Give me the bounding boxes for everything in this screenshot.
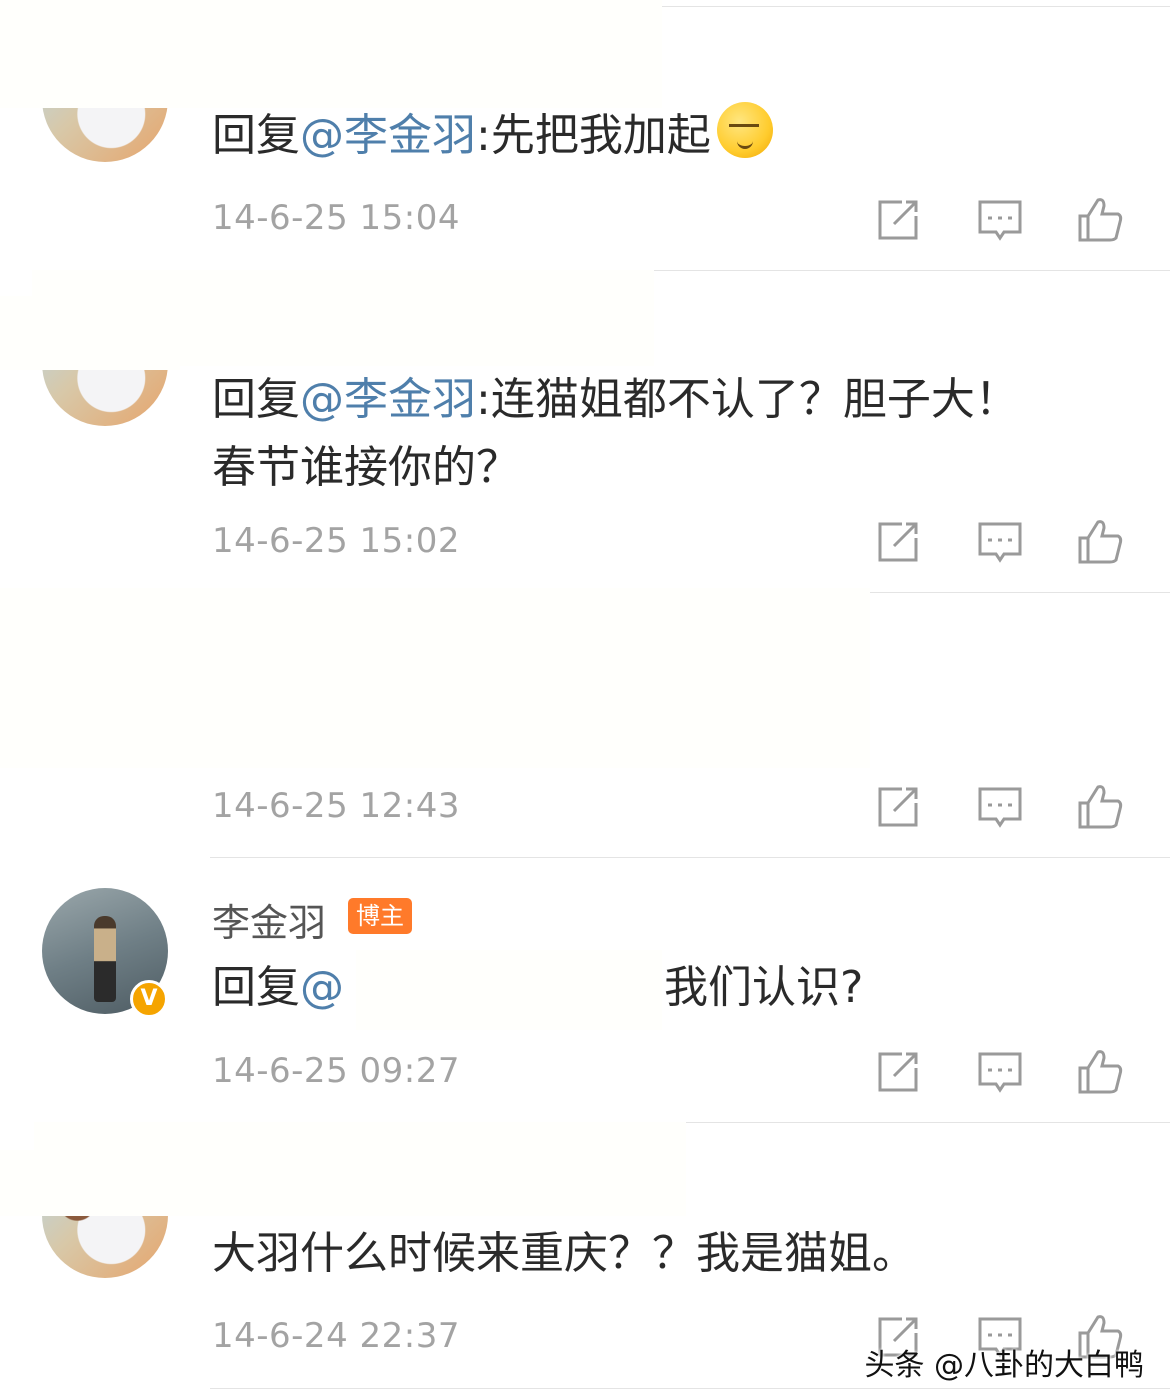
like-button[interactable] (1074, 516, 1126, 568)
divider (210, 857, 1170, 858)
timestamp: 14-6-24 22:37 (212, 1316, 460, 1356)
like-button[interactable] (1074, 781, 1126, 833)
divider (654, 270, 1170, 271)
divider (870, 592, 1170, 593)
mention-link[interactable]: @ (300, 962, 344, 1013)
username[interactable]: 李金羽 (212, 892, 326, 947)
redaction-block (0, 1150, 180, 1216)
timestamp: 14-6-25 09:27 (212, 1051, 460, 1091)
like-button[interactable] (1074, 194, 1126, 246)
like-button[interactable] (1074, 1046, 1126, 1098)
repost-icon (878, 787, 918, 827)
comment-icon (978, 1052, 1022, 1093)
repost-button[interactable] (872, 194, 924, 246)
reply-prefix: 回复 (212, 374, 300, 425)
avatar-figure (94, 916, 116, 1002)
mention-link[interactable]: @李金羽 (300, 110, 476, 161)
divider (662, 6, 1170, 7)
comment-button[interactable] (974, 781, 1026, 833)
comment-body: 我们认识? (664, 962, 864, 1013)
comment-icon (978, 200, 1022, 241)
verified-badge: V (130, 980, 168, 1018)
role-badge: 博主 (348, 898, 412, 934)
like-icon (1078, 785, 1123, 829)
comment-button[interactable] (974, 1046, 1026, 1098)
like-icon (1078, 520, 1123, 564)
reply-prefix: 回复 (212, 962, 300, 1013)
repost-button[interactable] (872, 1046, 924, 1098)
timestamp: 14-6-25 12:43 (212, 786, 460, 826)
comment-text: 回复@李金羽:先把我加起 (212, 102, 773, 168)
repost-icon (878, 522, 918, 562)
comment-button[interactable] (974, 194, 1026, 246)
comment-body: :连猫姐都不认了？胆子大！ (476, 374, 1019, 425)
timestamp: 14-6-25 15:02 (212, 521, 460, 561)
like-icon (1078, 198, 1123, 242)
comment-text: 大羽什么时候来重庆？？我是猫姐。 (212, 1228, 916, 1279)
redaction-block (0, 588, 870, 768)
comment-body: :先把我加起 (476, 110, 711, 161)
comment-icon (978, 787, 1022, 828)
watermark: 头条 @八卦的大白鸭 (864, 1348, 1144, 1383)
divider (686, 1122, 1170, 1123)
comment-icon (978, 522, 1022, 563)
redaction-block (0, 296, 180, 370)
comment-text: 回复@李金羽:连猫姐都不认了？胆子大！ (212, 368, 1019, 432)
repost-button[interactable] (872, 516, 924, 568)
repost-button[interactable] (872, 781, 924, 833)
comment-text: 回复@ (212, 956, 344, 1020)
reply-prefix: 回复 (212, 110, 300, 161)
repost-icon (878, 1052, 918, 1092)
smirk-emoji (716, 102, 773, 158)
comment-button[interactable] (974, 516, 1026, 568)
comment-text-line2: 春节谁接你的？ (212, 442, 520, 493)
divider (210, 1388, 1170, 1389)
timestamp: 14-6-25 15:04 (212, 198, 460, 238)
mention-link[interactable]: @李金羽 (300, 374, 476, 425)
redaction-block (0, 30, 180, 108)
like-icon (1078, 1050, 1123, 1094)
redaction-block (356, 950, 662, 1030)
repost-icon (878, 200, 918, 240)
